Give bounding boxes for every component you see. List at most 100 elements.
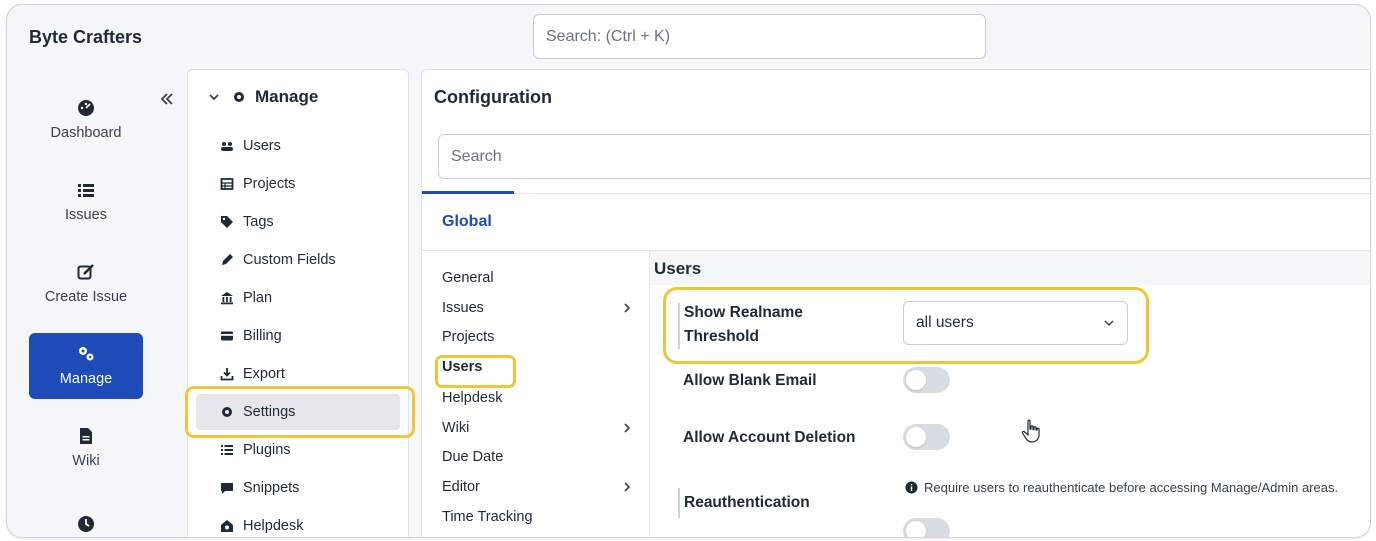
manage-item-label: Plugins: [243, 442, 291, 458]
manage-item-label: Projects: [243, 176, 296, 192]
manage-item-label: Billing: [243, 328, 282, 344]
list-icon: [78, 184, 94, 197]
chevron-right-icon: [624, 482, 631, 492]
manage-item-users[interactable]: Users: [196, 128, 400, 164]
manage-item-label: Custom Fields: [243, 252, 336, 268]
manage-item-tags[interactable]: Tags: [196, 204, 400, 240]
sub-nav-wiki[interactable]: Wiki: [442, 414, 632, 442]
manage-item-projects[interactable]: Projects: [196, 166, 400, 202]
sub-nav-time-tracking[interactable]: Time Tracking: [442, 503, 632, 531]
rail-item-wiki[interactable]: Wiki: [29, 415, 143, 481]
chevron-right-icon: [624, 303, 631, 313]
tab-global[interactable]: Global: [442, 213, 492, 231]
tab-divider: [422, 193, 1370, 194]
edit-icon: [77, 264, 94, 280]
manage-item-label: Snippets: [243, 480, 300, 496]
rail-label: Manage: [59, 371, 113, 387]
rail-item-clock[interactable]: [29, 495, 143, 537]
info-icon: [905, 481, 918, 494]
dashboard-icon: [78, 100, 94, 116]
bank-icon: [221, 292, 233, 305]
manage-item-label: Export: [243, 366, 285, 382]
comment-icon: [221, 483, 233, 494]
sub-nav-label: Editor: [442, 479, 480, 495]
manage-panel: Manage Users Projects Tags Custom Fields…: [187, 69, 409, 537]
config-sub-nav: General Issues Projects Users Helpdesk W…: [422, 251, 650, 537]
sub-nav-issues[interactable]: Issues: [442, 294, 632, 322]
users-highlight: [435, 355, 516, 388]
reauth-info-text: Require users to reauthenticate before a…: [924, 480, 1339, 495]
table-icon: [220, 178, 234, 190]
hand-cursor-icon: [1021, 419, 1040, 443]
allow-account-deletion-label: Allow Account Deletion: [683, 429, 856, 446]
settings-highlight: [185, 386, 415, 438]
reauth-toggle[interactable]: [903, 518, 950, 537]
section-header: Users: [650, 251, 1370, 285]
document-icon: [80, 428, 92, 444]
rail-label: Issues: [65, 207, 107, 223]
sub-nav-label: Helpdesk: [442, 390, 503, 406]
brand-title: Byte Crafters: [29, 27, 143, 47]
allow-blank-email-toggle[interactable]: [903, 367, 950, 393]
page-title: Configuration: [434, 87, 552, 107]
manage-header[interactable]: Manage: [208, 87, 318, 107]
rail-item-dashboard[interactable]: Dashboard: [29, 87, 143, 153]
manage-title: Manage: [255, 87, 319, 106]
users-icon: [221, 142, 233, 151]
app-window: Byte Crafters Search: (Ctrl + K) Dashboa…: [6, 4, 1371, 538]
manage-item-label: Tags: [243, 214, 274, 230]
allow-account-deletion-toggle[interactable]: [903, 424, 950, 450]
gears-icon: [79, 347, 94, 361]
rail-item-create-issue[interactable]: Create Issue: [29, 251, 143, 317]
manage-item-snippets[interactable]: Snippets: [196, 470, 400, 506]
sub-nav-label: Projects: [442, 329, 495, 345]
sub-nav-label: Due Date: [442, 449, 504, 465]
clock-icon: [78, 516, 94, 532]
global-search-placeholder: Search: (Ctrl + K): [546, 27, 671, 45]
realname-threshold-highlight: [663, 287, 1149, 364]
manage-item-label: Plan: [243, 290, 273, 306]
global-search-input[interactable]: Search: (Ctrl + K): [533, 14, 986, 59]
rail-item-manage[interactable]: Manage: [29, 333, 143, 399]
tab-active-indicator: [422, 191, 514, 194]
pencil-icon: [222, 254, 233, 265]
section-title: Users: [654, 259, 702, 278]
tag-icon: [221, 216, 233, 228]
sub-nav-label: Wiki: [442, 420, 470, 436]
list-icon: [221, 445, 233, 455]
manage-item-label: Users: [243, 138, 281, 154]
allow-blank-email-label-visible: Allow Blank Email: [683, 372, 817, 389]
toggle-knob: [906, 370, 926, 390]
config-search-placeholder: Search: [451, 147, 502, 165]
toggle-knob: [906, 521, 926, 537]
collapse-sidebar-icon[interactable]: [160, 89, 174, 112]
manage-item-custom-fields[interactable]: Custom Fields: [196, 242, 400, 278]
rail-label: Dashboard: [50, 125, 122, 141]
sub-nav-general[interactable]: General: [442, 264, 632, 292]
manage-item-plan[interactable]: Plan: [196, 280, 400, 316]
toggle-knob: [906, 427, 926, 447]
sub-nav-projects[interactable]: Projects: [442, 323, 632, 351]
manage-item-billing[interactable]: Billing: [196, 318, 400, 354]
sub-nav-due-date[interactable]: Due Date: [442, 443, 632, 471]
gear-icon: [234, 92, 244, 102]
sub-nav-helpdesk[interactable]: Helpdesk: [442, 384, 632, 412]
card-icon: [221, 331, 233, 341]
sub-nav-label: Time Tracking: [442, 509, 533, 525]
helpdesk-icon: [221, 520, 233, 532]
rail-label: Wiki: [72, 453, 100, 469]
field-indicator: [678, 488, 680, 518]
chevron-down-icon: [209, 94, 219, 101]
manage-item-helpdesk[interactable]: Helpdesk: [196, 508, 400, 537]
sub-nav-editor[interactable]: Editor: [442, 473, 632, 501]
config-search-input[interactable]: Search: [438, 134, 1370, 179]
sub-nav-label: General: [442, 270, 494, 286]
rail-item-issues[interactable]: Issues: [29, 169, 143, 235]
rail-label: Create Issue: [44, 289, 128, 305]
download-icon: [220, 368, 234, 381]
chevron-right-icon: [624, 423, 631, 433]
manage-item-label: Helpdesk: [243, 518, 304, 534]
reauth-label: Reauthentication: [684, 494, 810, 511]
reauth-info: Require users to reauthenticate before a…: [905, 480, 1338, 495]
sub-nav-label: Issues: [442, 300, 484, 316]
